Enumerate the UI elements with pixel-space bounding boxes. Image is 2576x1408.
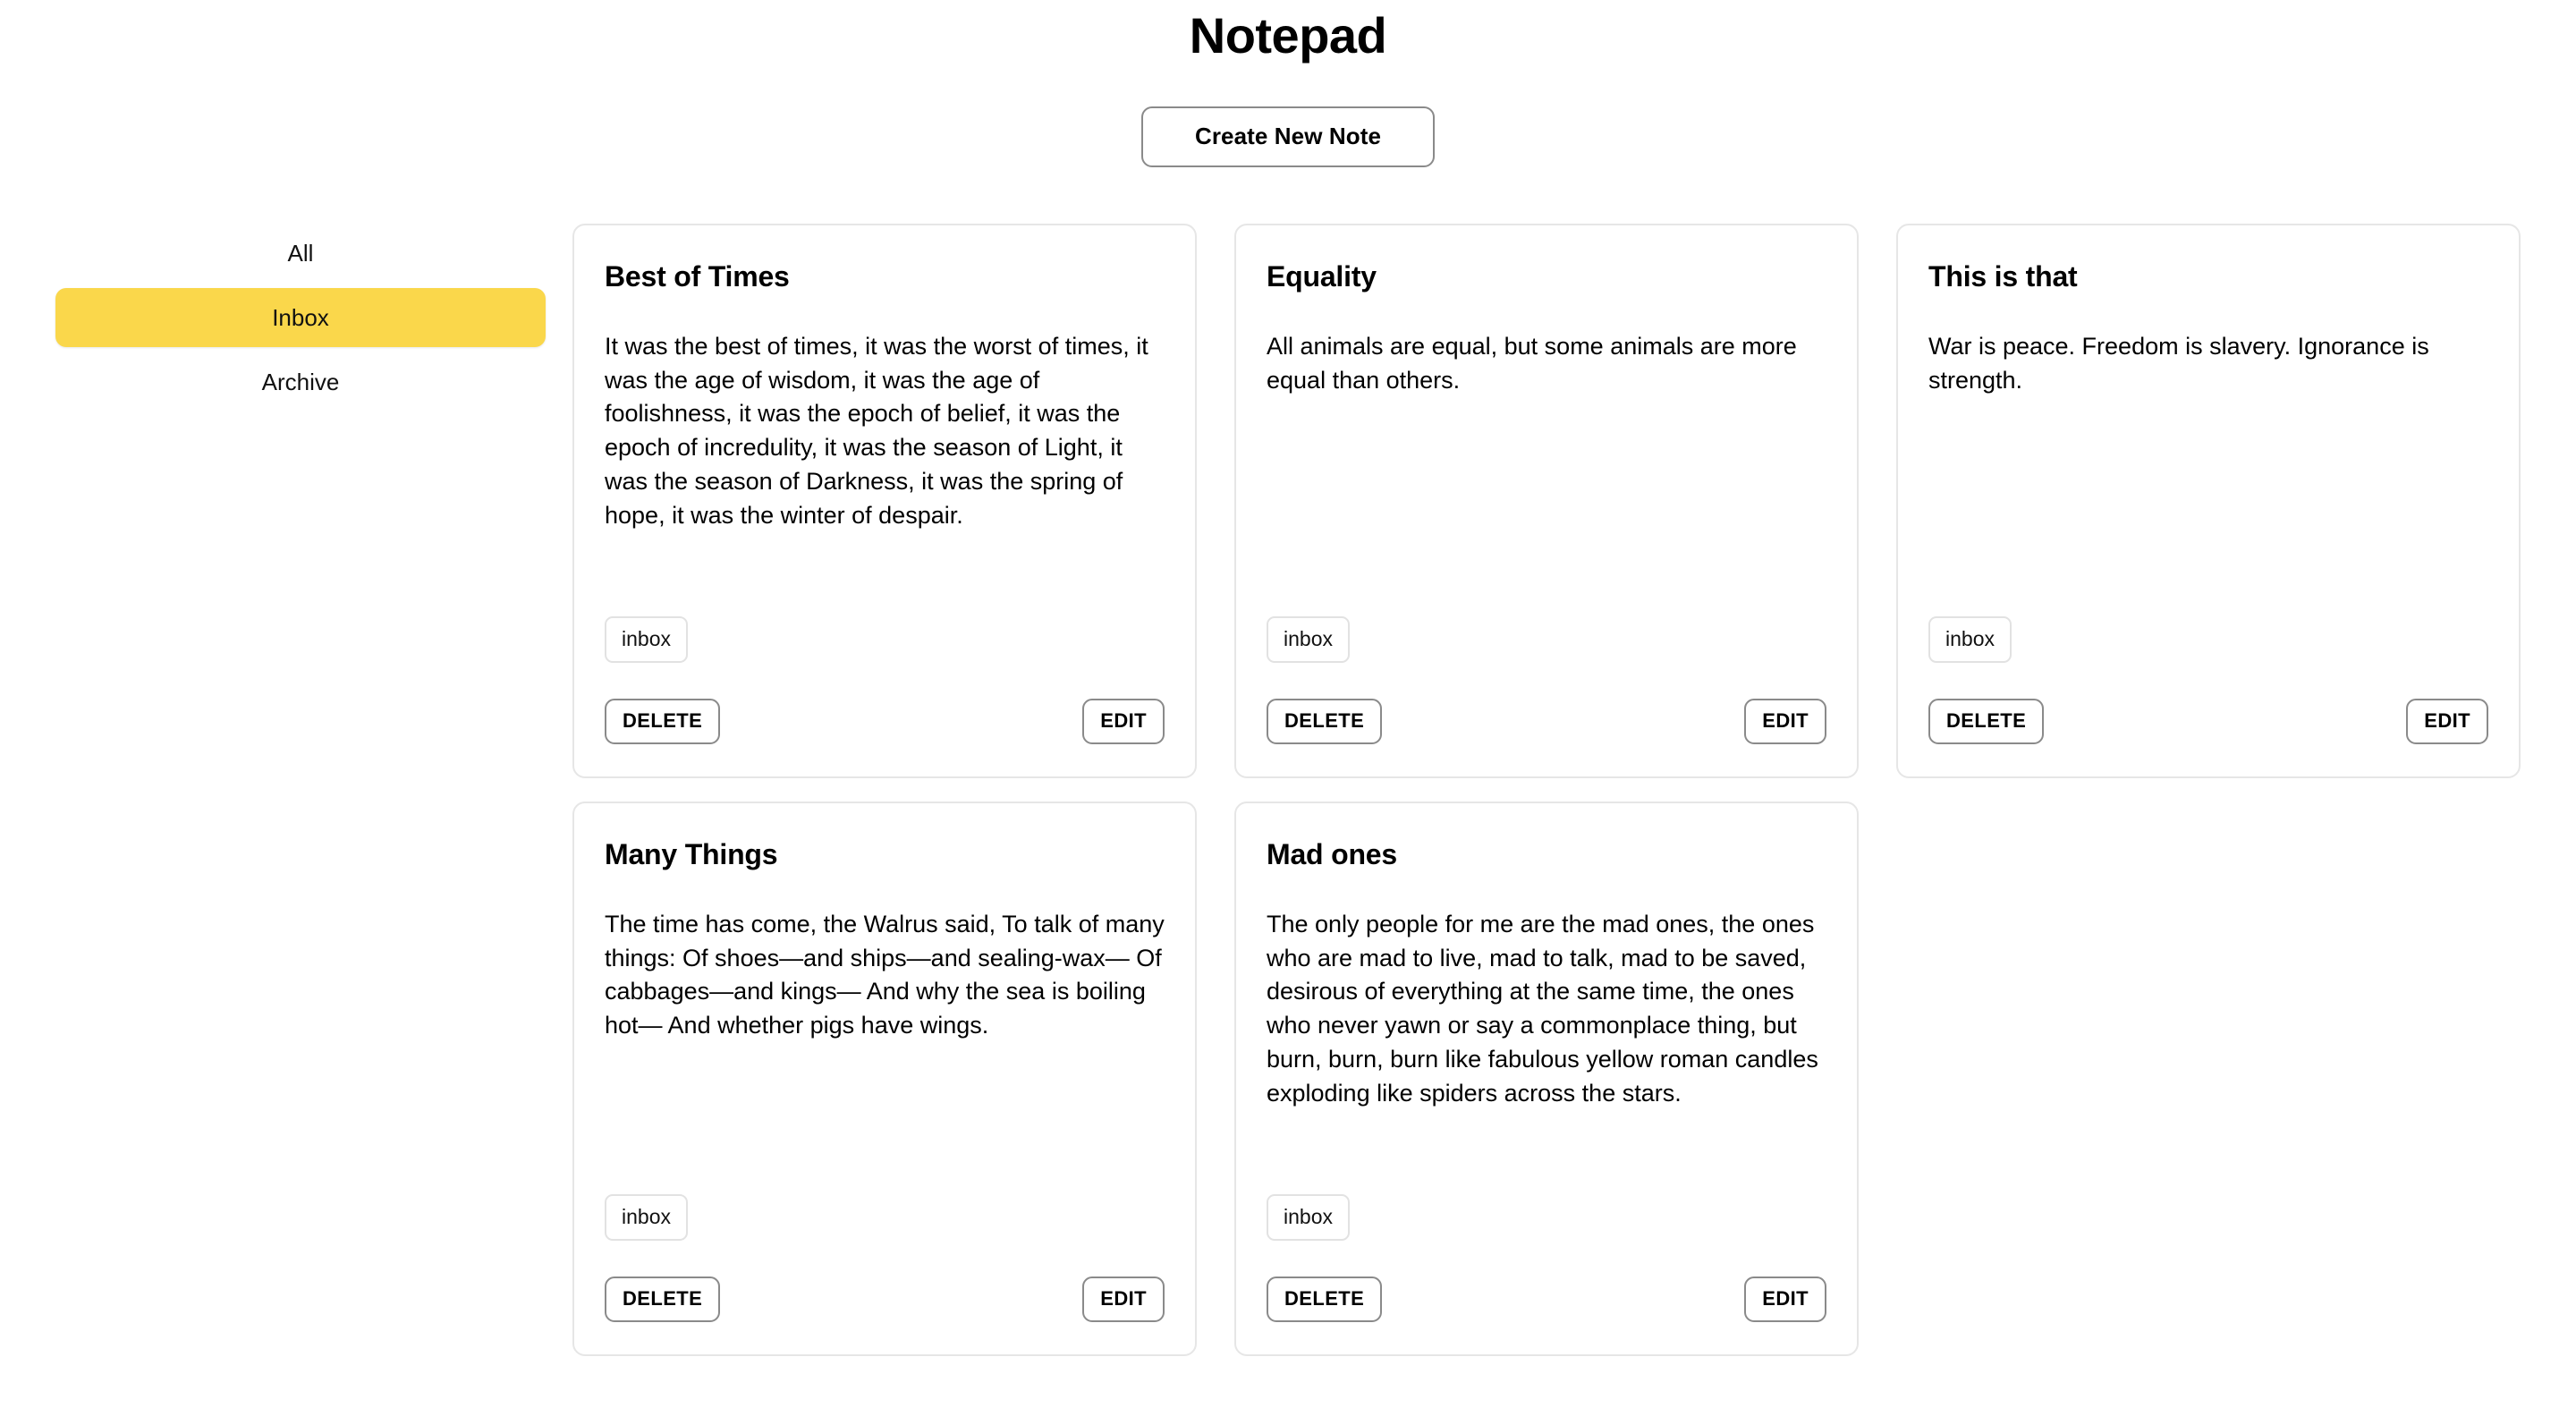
notes-area: Best of Times It was the best of times, i… bbox=[546, 224, 2521, 1357]
sidebar-item-all[interactable]: All bbox=[55, 224, 546, 283]
edit-note-button[interactable]: EDIT bbox=[1082, 699, 1165, 745]
note-card: Mad ones The only people for me are the m… bbox=[1234, 802, 1859, 1357]
note-tag-list: inbox bbox=[605, 1194, 1165, 1242]
edit-note-button[interactable]: EDIT bbox=[1082, 1277, 1165, 1323]
edit-note-button[interactable]: EDIT bbox=[1744, 699, 1826, 745]
main-layout: All Inbox Archive Best of Times It was the … bbox=[0, 224, 2576, 1357]
note-title: This is that bbox=[1928, 260, 2078, 293]
delete-note-button[interactable]: DELETE bbox=[1267, 1277, 1383, 1323]
note-title: Best of Times bbox=[605, 260, 790, 293]
delete-note-button[interactable]: DELETE bbox=[1267, 699, 1383, 745]
create-new-note-button[interactable]: Create New Note bbox=[1140, 106, 1436, 168]
note-title: Mad ones bbox=[1267, 838, 1397, 871]
app-header: Notepad Create New Note bbox=[0, 0, 2576, 168]
note-body: It was the best of times, it was the wor… bbox=[605, 332, 1148, 529]
note-actions: DELETE EDIT bbox=[1267, 1277, 1826, 1323]
note-tag[interactable]: inbox bbox=[1267, 616, 1350, 664]
create-note-row: Create New Note bbox=[0, 106, 2576, 168]
note-tag[interactable]: inbox bbox=[605, 1194, 688, 1242]
page-title: Notepad bbox=[1189, 7, 1387, 64]
note-actions: DELETE EDIT bbox=[605, 699, 1165, 745]
note-actions: DELETE EDIT bbox=[1928, 699, 2488, 745]
edit-note-button[interactable]: EDIT bbox=[1744, 1277, 1826, 1323]
sidebar-item-inbox[interactable]: Inbox bbox=[55, 288, 546, 348]
notes-grid: Best of Times It was the best of times, i… bbox=[572, 224, 2521, 1357]
note-card: Best of Times It was the best of times, i… bbox=[572, 224, 1197, 779]
note-body: War is peace. Freedom is slavery. Ignora… bbox=[1928, 332, 2429, 394]
edit-note-button[interactable]: EDIT bbox=[2406, 699, 2488, 745]
note-title: Many Things bbox=[605, 838, 778, 871]
note-body: The only people for me are the mad ones,… bbox=[1267, 910, 1818, 1107]
note-tag[interactable]: inbox bbox=[605, 616, 688, 664]
note-actions: DELETE EDIT bbox=[1267, 699, 1826, 745]
note-actions: DELETE EDIT bbox=[605, 1277, 1165, 1323]
note-body: All animals are equal, but some animals … bbox=[1267, 332, 1797, 394]
delete-note-button[interactable]: DELETE bbox=[605, 1277, 721, 1323]
delete-note-button[interactable]: DELETE bbox=[605, 699, 721, 745]
note-tag-list: inbox bbox=[605, 616, 1165, 664]
note-card: Equality All animals are equal, but some … bbox=[1234, 224, 1859, 779]
note-card: This is that War is peace. Freedom is sla… bbox=[1896, 224, 2521, 779]
note-tag-list: inbox bbox=[1928, 616, 2488, 664]
note-title: Equality bbox=[1267, 260, 1377, 293]
sidebar-nav: All Inbox Archive bbox=[55, 224, 546, 417]
note-tag[interactable]: inbox bbox=[1267, 1194, 1350, 1242]
note-body: The time has come, the Walrus said, To t… bbox=[605, 910, 1165, 1039]
note-tag-list: inbox bbox=[1267, 1194, 1826, 1242]
note-tag[interactable]: inbox bbox=[1928, 616, 2012, 664]
sidebar-item-archive[interactable]: Archive bbox=[55, 352, 546, 411]
note-card: Many Things The time has come, the Walrus… bbox=[572, 802, 1197, 1357]
delete-note-button[interactable]: DELETE bbox=[1928, 699, 2045, 745]
note-tag-list: inbox bbox=[1267, 616, 1826, 664]
